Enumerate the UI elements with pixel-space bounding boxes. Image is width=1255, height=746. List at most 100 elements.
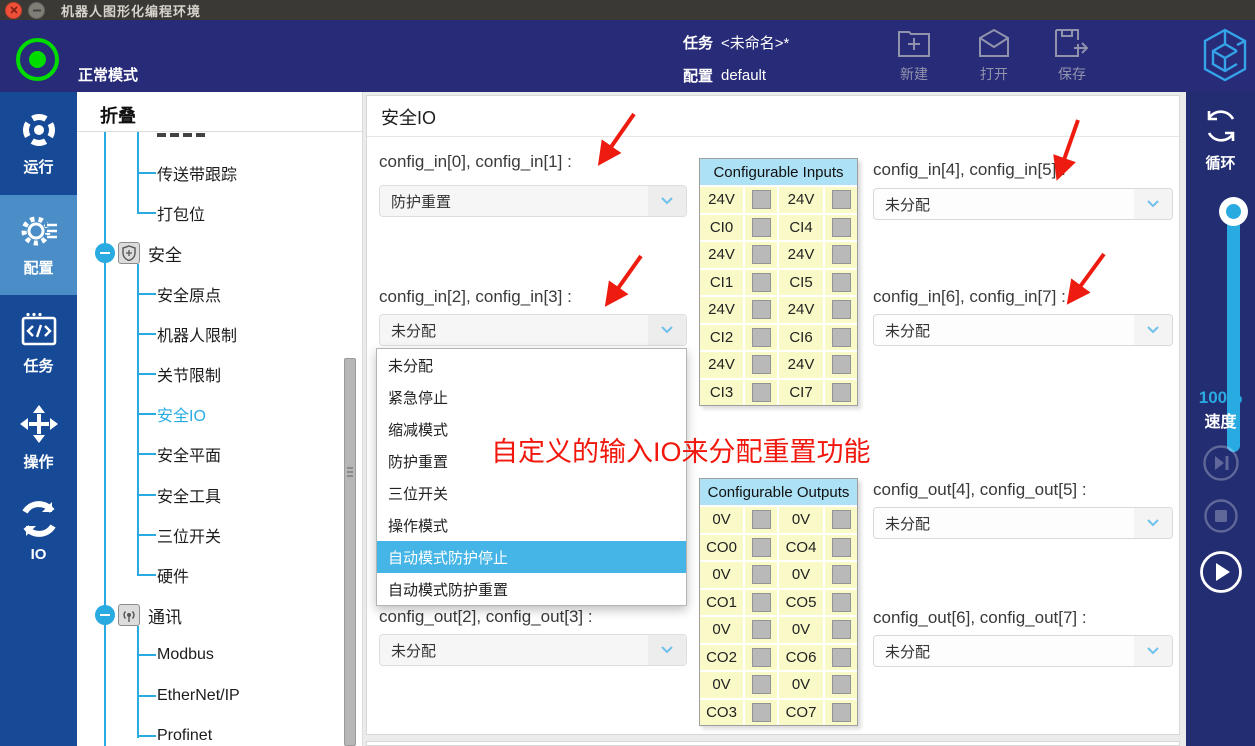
- configurable-outputs-table: Configurable Outputs 0V 0V CO0 CO4 0V 0V…: [699, 478, 858, 726]
- terminal-square: [745, 617, 777, 643]
- new-button[interactable]: 新建: [886, 28, 942, 84]
- folder-plus-icon: [897, 28, 931, 58]
- tree-item[interactable]: 通讯: [77, 595, 347, 635]
- speed-slider-handle[interactable]: [1219, 197, 1248, 226]
- dropdown-option-list: 未分配紧急停止缩减模式防护重置三位开关操作模式自动模式防护停止自动模式防护重置: [376, 348, 687, 606]
- chevron-down-icon: [648, 186, 686, 216]
- dropdown-option[interactable]: 操作模式: [377, 509, 686, 541]
- config-in-45-dropdown[interactable]: 未分配: [873, 188, 1173, 220]
- tree-item[interactable]: 机器人限制: [77, 314, 347, 354]
- terminal-square: [745, 215, 777, 241]
- terminal-square: [745, 700, 777, 726]
- dropdown-option[interactable]: 未分配: [377, 349, 686, 381]
- terminal-square: [825, 187, 857, 213]
- sidebar-item-config[interactable]: 配置: [0, 195, 77, 295]
- chevron-down-icon: [648, 315, 686, 345]
- tree-item[interactable]: 打包位: [77, 193, 347, 233]
- safety-io-panel: 安全IO config_in[0], config_in[1] : 防护重置 c…: [366, 95, 1180, 735]
- outputs-table-header: Configurable Outputs: [700, 479, 857, 505]
- tree-item[interactable]: 安全工具: [77, 475, 347, 515]
- minimize-icon[interactable]: [28, 2, 45, 19]
- tree-item[interactable]: Modbus: [77, 635, 347, 675]
- dropdown-option[interactable]: 自动模式防护停止: [377, 541, 686, 573]
- config-out-45-label: config_out[4], config_out[5] :: [873, 480, 1087, 500]
- gear-icon: [19, 212, 59, 250]
- stop-icon: [1203, 498, 1239, 534]
- terminal-square: [745, 297, 777, 323]
- tree-item[interactable]: 安全平面: [77, 434, 347, 474]
- chevron-down-icon: [648, 635, 686, 665]
- chevron-down-icon: [1134, 189, 1172, 219]
- config-in-45-label: config_in[4], config_in[5] :: [873, 160, 1066, 180]
- terminal-square: [825, 325, 857, 351]
- terminal-square: [825, 562, 857, 588]
- code-window-icon: [20, 312, 58, 348]
- config-out-23-dropdown[interactable]: 未分配: [379, 634, 687, 666]
- config-in-01-dropdown[interactable]: 防护重置: [379, 185, 687, 217]
- window-titlebar: 机器人图形化编程环境: [0, 0, 1255, 20]
- chevron-down-icon: [1134, 636, 1172, 666]
- cube-logo-icon: [1200, 24, 1250, 91]
- tree-item[interactable]: 三位开关: [77, 515, 347, 555]
- collapse-button[interactable]: 折叠: [100, 102, 136, 128]
- run-icon: [20, 111, 58, 149]
- antenna-icon: [121, 607, 137, 623]
- open-button[interactable]: 打开: [966, 28, 1022, 84]
- next-panel-sliver: [366, 741, 1180, 746]
- tree-item[interactable]: 硬件: [77, 555, 347, 595]
- terminal-square: [745, 562, 777, 588]
- terminal-square: [745, 270, 777, 296]
- terminal-square: [745, 507, 777, 533]
- dropdown-option[interactable]: 三位开关: [377, 477, 686, 509]
- app-header: 正常模式 任务 <未命名>* 配置 default 新建 打开 保存: [0, 20, 1255, 92]
- config-out-45-dropdown[interactable]: 未分配: [873, 507, 1173, 539]
- tree-scrollbar[interactable]: [344, 358, 356, 746]
- chevron-down-icon: [1134, 315, 1172, 345]
- dropdown-option[interactable]: 紧急停止: [377, 381, 686, 413]
- tree-item[interactable]: 安全IO: [77, 394, 347, 434]
- terminal-square: [745, 590, 777, 616]
- terminal-square: [825, 297, 857, 323]
- tree-item[interactable]: 安全原点: [77, 274, 347, 314]
- tree-item[interactable]: Profinet: [77, 716, 347, 746]
- config-in-23-dropdown[interactable]: 未分配: [379, 314, 687, 346]
- sidebar-item-operate[interactable]: 操作: [0, 395, 77, 480]
- skip-next-icon: [1202, 444, 1240, 482]
- config-out-67-dropdown[interactable]: 未分配: [873, 635, 1173, 667]
- config-in-67-dropdown[interactable]: 未分配: [873, 314, 1173, 346]
- config-value: default: [721, 67, 766, 84]
- dropdown-option[interactable]: 自动模式防护重置: [377, 573, 686, 605]
- status-indicator: [16, 38, 59, 81]
- step-button[interactable]: [1186, 444, 1255, 482]
- play-icon: [1199, 550, 1243, 594]
- sidebar-item-task[interactable]: 任务: [0, 304, 77, 384]
- config-out-67-label: config_out[6], config_out[7] :: [873, 608, 1087, 628]
- mode-label: 正常模式: [78, 64, 138, 85]
- save-button[interactable]: 保存: [1044, 28, 1100, 84]
- config-in-23-label: config_in[2], config_in[3] :: [379, 287, 572, 307]
- sidebar-item-io[interactable]: IO: [0, 488, 77, 573]
- terminal-square: [745, 380, 777, 406]
- right-sidebar: 循环 100% 速度: [1186, 92, 1255, 746]
- play-button[interactable]: [1186, 550, 1255, 594]
- terminal-square: [825, 672, 857, 698]
- tree-item[interactable]: 安全: [77, 233, 347, 273]
- terminal-square: [825, 535, 857, 561]
- tree-item[interactable]: 传送带跟踪: [77, 153, 347, 193]
- terminal-square: [825, 617, 857, 643]
- page-title: 安全IO: [381, 104, 436, 130]
- move-arrows-icon: [19, 404, 59, 444]
- config-in-01-label: config_in[0], config_in[1] :: [379, 152, 572, 172]
- tree-item[interactable]: 关节限制: [77, 354, 347, 394]
- terminal-square: [745, 535, 777, 561]
- sidebar-item-run[interactable]: 运行: [0, 104, 77, 184]
- loop-button[interactable]: 循环: [1186, 106, 1255, 173]
- terminal-square: [825, 380, 857, 406]
- tree-item[interactable]: EtherNet/IP: [77, 675, 347, 715]
- close-icon[interactable]: [5, 2, 22, 19]
- speed-value: 100%: [1186, 388, 1255, 408]
- task-value: <未命名>*: [721, 32, 789, 53]
- sync-icon: [19, 499, 59, 539]
- speed-label: 速度: [1186, 408, 1255, 432]
- stop-button[interactable]: [1186, 498, 1255, 534]
